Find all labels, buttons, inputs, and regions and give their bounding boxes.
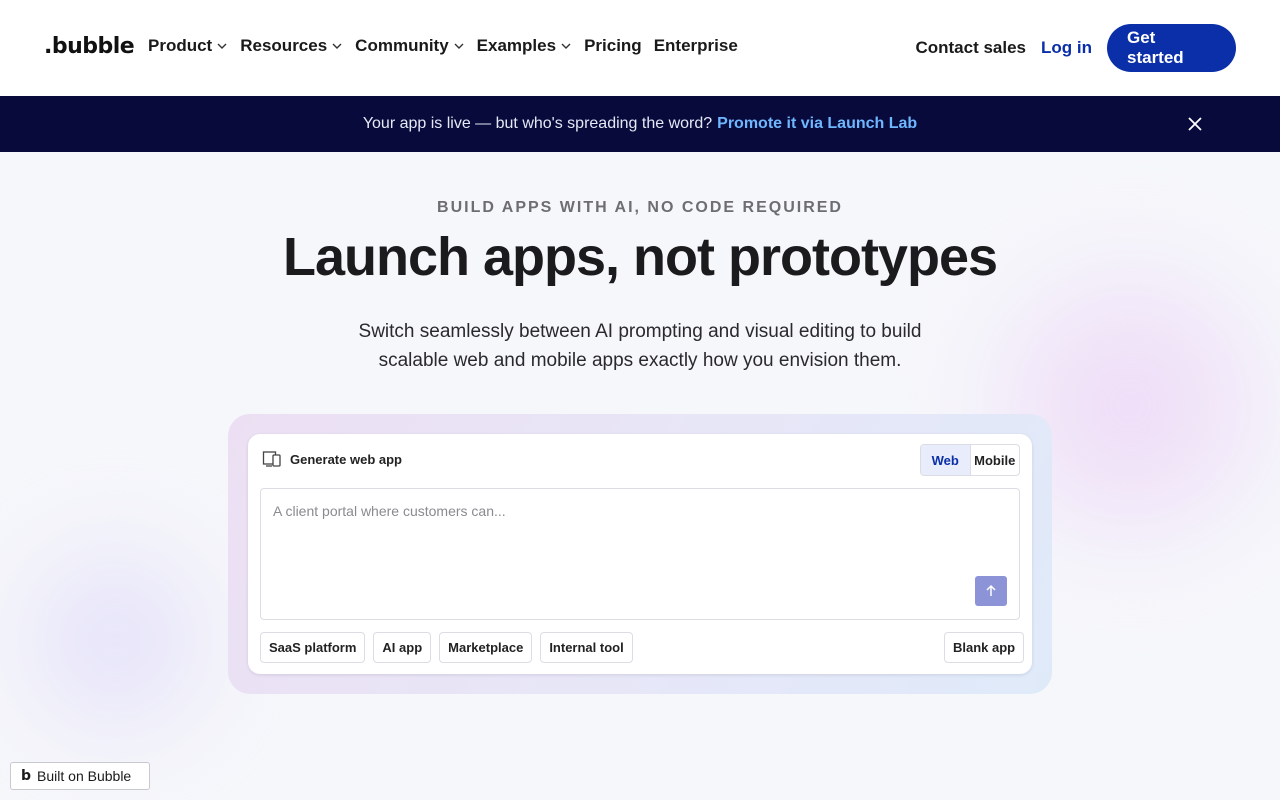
built-on-bubble-badge[interactable]: b Built on Bubble <box>10 762 150 790</box>
nav-pricing[interactable]: Pricing <box>584 36 642 56</box>
close-icon[interactable] <box>1186 115 1204 133</box>
suggestion-internal-tool[interactable]: Internal tool <box>540 632 633 663</box>
nav-enterprise-label: Enterprise <box>653 36 738 55</box>
platform-toggle: Web Mobile <box>920 444 1020 476</box>
main-nav: Product Resources Community Examples Pri… <box>148 36 738 56</box>
nav-community-label: Community <box>355 36 449 55</box>
launch-lab-link[interactable]: Promote it via Launch Lab <box>717 115 917 133</box>
nav-examples[interactable]: Examples <box>477 36 572 56</box>
device-icon <box>262 451 281 467</box>
decorative-gradient-left <box>0 520 230 760</box>
nav-resources[interactable]: Resources <box>240 36 343 56</box>
toggle-mobile[interactable]: Mobile <box>971 445 1020 475</box>
contact-sales-link[interactable]: Contact sales <box>915 38 1026 58</box>
bubble-logo[interactable]: .bubble <box>44 34 135 59</box>
nav-community[interactable]: Community <box>355 36 465 56</box>
header-actions: Contact sales Log in Get started <box>915 24 1236 72</box>
nav-product[interactable]: Product <box>148 36 228 56</box>
get-started-button[interactable]: Get started <box>1107 24 1236 72</box>
nav-pricing-label: Pricing <box>584 36 642 55</box>
suggestion-chips: SaaS platform AI app Marketplace Interna… <box>260 632 633 663</box>
hero-title: Launch apps, not prototypes <box>282 227 998 287</box>
chevron-down-icon <box>561 43 571 49</box>
badge-label: Built on Bubble <box>37 768 132 784</box>
hero-subtitle: Switch seamlessly between AI prompting a… <box>358 321 922 371</box>
suggestion-saas-platform[interactable]: SaaS platform <box>260 632 366 663</box>
prompt-placeholder: A client portal where customers can... <box>273 503 506 519</box>
nav-examples-label: Examples <box>476 36 557 55</box>
site-header: .bubble Product Resources Community Exam… <box>0 0 1280 96</box>
login-link[interactable]: Log in <box>1041 38 1092 58</box>
generator-heading: Generate web app <box>262 450 402 468</box>
chevron-down-icon <box>332 43 342 49</box>
nav-resources-label: Resources <box>240 36 328 55</box>
nav-product-label: Product <box>148 36 213 55</box>
hero-eyebrow: BUILD APPS WITH AI, NO CODE REQUIRED <box>437 199 843 216</box>
nav-enterprise[interactable]: Enterprise <box>654 36 738 56</box>
generator-heading-label: Generate web app <box>290 451 402 467</box>
chevron-down-icon <box>217 43 227 49</box>
chevron-down-icon <box>454 43 464 49</box>
toggle-web[interactable]: Web <box>921 445 971 475</box>
bubble-mini-logo: b <box>21 768 32 784</box>
announcement-banner: Your app is live — but who's spreading t… <box>0 96 1280 152</box>
send-button[interactable] <box>975 576 1007 606</box>
banner-text: Your app is live — but who's spreading t… <box>362 115 713 132</box>
arrow-up-icon <box>986 584 996 596</box>
blank-app-button[interactable]: Blank app <box>944 632 1025 663</box>
suggestion-marketplace[interactable]: Marketplace <box>439 632 533 663</box>
suggestion-ai-app[interactable]: AI app <box>373 632 432 663</box>
